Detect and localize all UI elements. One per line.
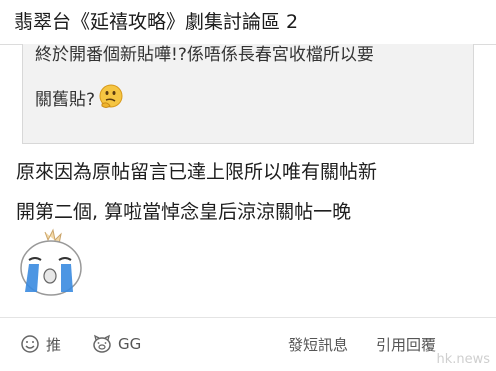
post-body: 原來因為原帖留言已達上限所以唯有關帖新 開第二個, 算啦當悼念皇后涼涼關帖一晚 (16, 152, 486, 232)
like-button[interactable]: 推 (20, 332, 61, 356)
like-label: 推 (46, 335, 62, 354)
send-message-button[interactable]: 發短訊息 (288, 332, 348, 356)
post-line-1: 原來因為原帖留言已達上限所以唯有關帖新 (16, 161, 378, 183)
quoted-post: 終於開番個新貼嘩!?係唔係長春宮收檔所以要 關舊貼? (22, 44, 474, 144)
smiley-face-icon (21, 335, 39, 353)
crying-onion-sticker (20, 228, 82, 296)
gg-button[interactable]: GG (92, 332, 141, 356)
thread-header: 翡翠台《延禧攻略》劇集討論區 2 (0, 0, 496, 45)
thread-title: 翡翠台《延禧攻略》劇集討論區 2 (14, 11, 299, 33)
thinking-face-icon (99, 84, 123, 108)
quote-line-2: 關舊貼? (35, 84, 124, 113)
quote-reply-label: 引用回覆 (376, 335, 437, 354)
send-message-label: 發短訊息 (288, 335, 349, 354)
quote-line-1: 終於開番個新貼嘩!?係唔係長春宮收檔所以要 (35, 45, 374, 65)
pig-face-icon (93, 334, 111, 353)
post-line-2: 開第二個, 算啦當悼念皇后涼涼關帖一晚 (16, 201, 352, 223)
watermark: hk.news (436, 352, 490, 367)
quote-line-2-text: 關舊貼? (35, 90, 96, 110)
post-action-bar: 推 GG 發短訊息 引用回覆 hk.news (0, 318, 496, 371)
gg-label: GG (118, 335, 142, 353)
quote-reply-button[interactable]: 引用回覆 (376, 332, 436, 356)
